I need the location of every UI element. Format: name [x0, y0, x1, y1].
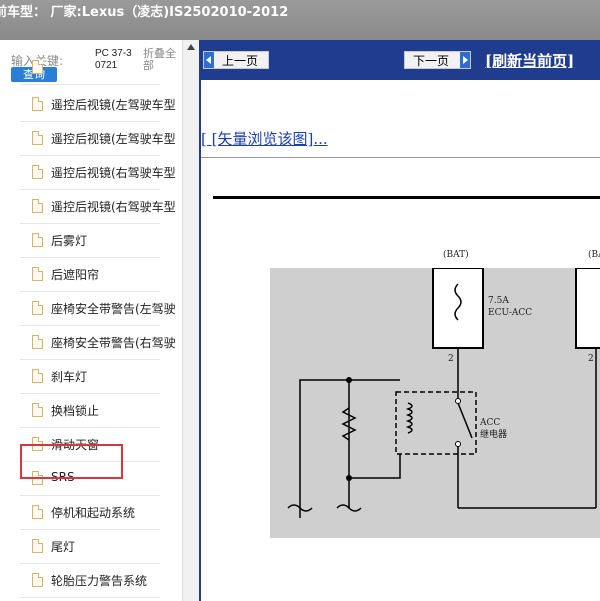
- wiring-diagram: (BAT) 7.5A ECU-ACC 2 2 ACC 继电器: [270, 268, 600, 538]
- file-icon: [32, 97, 43, 111]
- tree-item-label: 遥控后视镜(左驾驶车型: [51, 132, 176, 146]
- file-icon: [32, 505, 43, 519]
- tree-item[interactable]: 刹车灯: [20, 360, 160, 394]
- prev-page-label: 上一页: [222, 54, 259, 68]
- left-panel: 输入关键: 查询 PC 37-30721 折叠全部 遥控后视镜(左驾驶车型 遥控…: [0, 40, 199, 601]
- relay-contact-top: [455, 398, 461, 404]
- fuse-rating-label: 7.5A: [488, 296, 509, 306]
- diagram-top-border: [213, 196, 600, 199]
- prev-page-button[interactable]: 上一页: [203, 51, 269, 69]
- tree-item[interactable]: 遥控后视镜(右驾驶车型: [20, 190, 176, 224]
- vehicle-title: 前车型： 厂家:Lexus（凌志)IS2502010-2012: [0, 5, 289, 20]
- tree-item-label: 换档锁止: [51, 404, 100, 418]
- bat-label-top-right: (BA: [588, 250, 600, 260]
- page-nav-bar: 上一页 下一页 [刷新当前页]: [201, 40, 600, 80]
- top-bar: 前车型： 厂家:Lexus（凌志)IS2502010-2012: [0, 0, 600, 40]
- file-icon: [32, 369, 43, 383]
- tree-item-label: 遥控后视镜(右驾驶车型: [51, 200, 176, 214]
- pin-label-left: 2: [448, 354, 454, 364]
- file-icon: [32, 233, 43, 247]
- relay-contact-bottom: [455, 441, 461, 447]
- tree-item[interactable]: 换档锁止: [20, 394, 160, 428]
- tree-item-label: 遥控后视镜(左驾驶车型: [51, 98, 176, 112]
- file-icon: [32, 60, 43, 74]
- fuse-name-label: ECU-ACC: [488, 308, 532, 318]
- pin-label-right: 2: [588, 354, 594, 364]
- tree-item[interactable]: 座椅安全带警告(右驾驶: [20, 326, 176, 360]
- next-page-label: 下一页: [413, 54, 450, 68]
- tree-item[interactable]: 停机和起动系统: [20, 496, 160, 530]
- file-icon: [32, 131, 43, 145]
- tree-item-label: 后遮阳帘: [51, 268, 100, 282]
- tree-item-label: 遥控后视镜(右驾驶车型: [51, 166, 176, 180]
- file-icon: [32, 267, 43, 281]
- tree-item[interactable]: 尾灯: [20, 530, 160, 564]
- file-icon: [32, 301, 43, 315]
- tree-item-label: 尾灯: [51, 540, 76, 554]
- bat-label-top-left: (BAT): [443, 250, 469, 260]
- file-icon: [32, 335, 43, 349]
- tree-item-label: 座椅安全带警告(右驾驶: [51, 336, 176, 350]
- file-icon: [32, 403, 43, 417]
- fuse-box-right: [575, 268, 600, 349]
- scroll-up-arrow-icon[interactable]: [187, 44, 195, 50]
- tree-item[interactable]: 座椅安全带警告(左驾驶: [20, 292, 176, 326]
- tree-item-partial[interactable]: [20, 51, 160, 85]
- relay-name-label: ACC: [479, 418, 500, 428]
- divider-line: [201, 157, 600, 158]
- relay-type-label: 继电器: [480, 428, 507, 440]
- tree-item-label: 后雾灯: [51, 234, 88, 248]
- selection-highlight-box: [20, 444, 123, 479]
- tree-item[interactable]: 轮胎压力警告系统: [20, 564, 160, 598]
- tree-item-label: 轮胎压力警告系统: [51, 574, 148, 588]
- tree-item[interactable]: 后雾灯: [20, 224, 160, 258]
- tree-item[interactable]: 遥控后视镜(左驾驶车型: [20, 122, 176, 156]
- tree-item[interactable]: 遥控后视镜(右驾驶车型: [20, 156, 176, 190]
- tree-item[interactable]: 遥控后视镜(左驾驶车型: [20, 88, 176, 122]
- right-arrow-icon: [460, 52, 470, 68]
- file-icon: [32, 165, 43, 179]
- tree-item[interactable]: 后遮阳帘: [20, 258, 160, 292]
- tree-item-label: 刹车灯: [51, 370, 88, 384]
- tree-item-label: 座椅安全带警告(左驾驶: [51, 302, 176, 316]
- file-icon: [32, 573, 43, 587]
- vector-view-link[interactable]: [ [矢量浏览该图]...: [201, 128, 328, 149]
- refresh-page-link[interactable]: [刷新当前页]: [485, 50, 574, 71]
- next-page-button[interactable]: 下一页: [404, 51, 471, 69]
- content-panel: 上一页 下一页 [刷新当前页] [ [矢量浏览该图]... (BAT) 7.5A…: [201, 40, 600, 601]
- file-icon: [32, 199, 43, 213]
- left-arrow-icon: [204, 52, 214, 68]
- tree-scrollbar[interactable]: [182, 40, 199, 601]
- tree-item-label: 停机和起动系统: [51, 506, 136, 520]
- file-icon: [32, 539, 43, 553]
